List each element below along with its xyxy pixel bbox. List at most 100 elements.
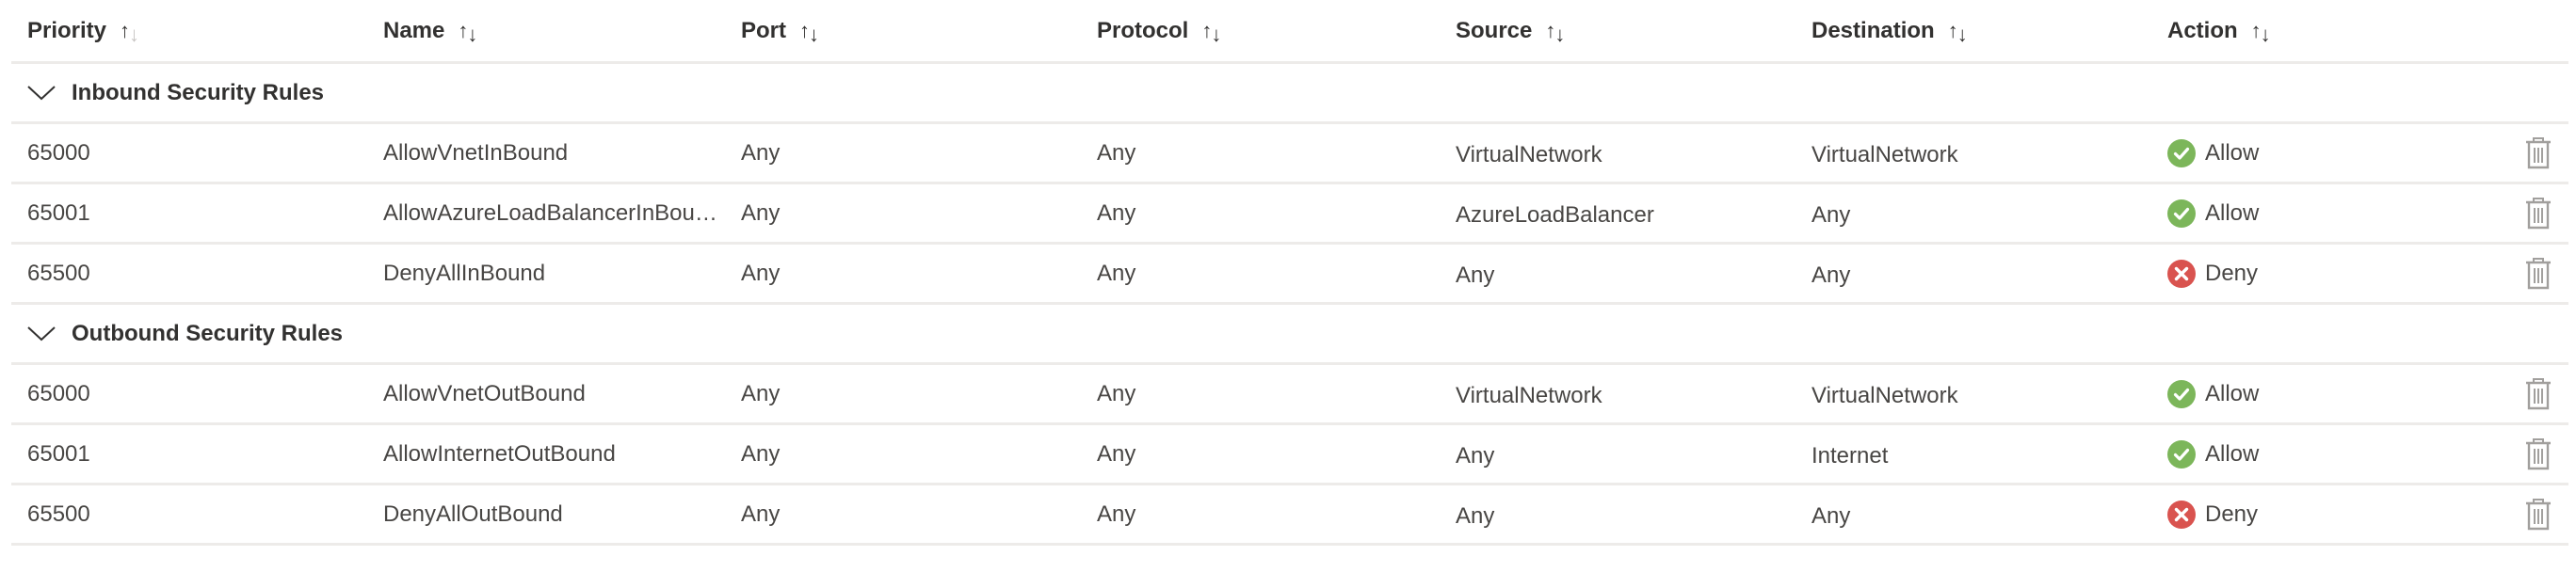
table-row[interactable]: 65500 DenyAllInBound Any Any Any Any Den… bbox=[0, 244, 2576, 304]
rule-name-link[interactable]: DenyAllOutBound bbox=[383, 485, 563, 545]
name-cell[interactable]: AllowVnetInBound bbox=[383, 123, 717, 183]
delete-button[interactable] bbox=[2520, 424, 2557, 485]
sort-icon[interactable]: ↑ ↓ bbox=[120, 21, 139, 45]
priority-cell: 65001 bbox=[27, 441, 90, 467]
source-cell: Any bbox=[1456, 262, 1495, 288]
table-row[interactable]: 65000 AllowVnetOutBound Any Any VirtualN… bbox=[0, 364, 2576, 424]
error-circle-icon bbox=[2167, 500, 2196, 529]
delete-button[interactable] bbox=[2520, 123, 2557, 183]
delete-button[interactable] bbox=[2520, 183, 2557, 244]
destination-cell: Internet bbox=[1811, 443, 1889, 469]
group-header-inbound[interactable]: Inbound Security Rules bbox=[0, 63, 2576, 123]
rule-name-link[interactable]: AllowInternetOutBound bbox=[383, 424, 616, 485]
port-cell: Any bbox=[741, 501, 781, 527]
source-cell: VirtualNetwork bbox=[1456, 142, 1602, 167]
port-cell: Any bbox=[741, 381, 781, 406]
column-header-destination[interactable]: Destination ↑ ↓ bbox=[1811, 0, 2160, 62]
port-cell: Any bbox=[741, 140, 781, 166]
check-circle-icon bbox=[2167, 380, 2196, 408]
priority-cell: 65000 bbox=[27, 381, 90, 406]
rule-name-link[interactable]: DenyAllInBound bbox=[383, 244, 545, 304]
destination-cell: VirtualNetwork bbox=[1811, 383, 1958, 408]
error-circle-icon bbox=[2167, 260, 2196, 288]
column-header-label: Action bbox=[2167, 18, 2238, 43]
action-cell: Allow bbox=[2167, 183, 2478, 244]
name-cell[interactable]: DenyAllOutBound bbox=[383, 485, 717, 545]
check-circle-icon bbox=[2167, 139, 2196, 167]
port-cell: Any bbox=[741, 200, 781, 226]
delete-button[interactable] bbox=[2520, 485, 2557, 545]
destination-cell: Any bbox=[1811, 202, 1851, 228]
destination-cell: Any bbox=[1811, 262, 1851, 288]
sort-icon[interactable]: ↑ ↓ bbox=[458, 21, 477, 45]
action-label: Allow bbox=[2205, 381, 2260, 406]
action-label: Allow bbox=[2205, 140, 2260, 166]
protocol-cell: Any bbox=[1097, 501, 1136, 527]
source-cell: Any bbox=[1456, 503, 1495, 529]
column-header-priority[interactable]: Priority ↑ ↓ bbox=[27, 0, 376, 62]
table-row[interactable]: 65001 AllowAzureLoadBalancerInBound Any … bbox=[0, 183, 2576, 244]
sort-icon[interactable]: ↑ ↓ bbox=[1948, 21, 1968, 45]
sort-icon[interactable]: ↑ ↓ bbox=[2251, 21, 2271, 45]
protocol-cell: Any bbox=[1097, 200, 1136, 226]
action-label: Allow bbox=[2205, 441, 2260, 467]
trash-icon bbox=[2526, 258, 2551, 290]
check-circle-icon bbox=[2167, 199, 2196, 228]
trash-icon bbox=[2526, 198, 2551, 230]
sort-icon[interactable]: ↑ ↓ bbox=[1545, 21, 1565, 45]
column-header-label: Destination bbox=[1811, 18, 1935, 43]
table-row[interactable]: 65000 AllowVnetInBound Any Any VirtualNe… bbox=[0, 123, 2576, 183]
name-cell[interactable]: AllowInternetOutBound bbox=[383, 424, 717, 485]
priority-cell: 65500 bbox=[27, 261, 90, 286]
source-cell: Any bbox=[1456, 443, 1495, 469]
rule-name-link[interactable]: AllowVnetOutBound bbox=[383, 364, 586, 424]
protocol-cell: Any bbox=[1097, 261, 1136, 286]
chevron-down-icon[interactable] bbox=[27, 86, 56, 101]
rule-name-link[interactable]: AllowVnetInBound bbox=[383, 123, 568, 183]
column-header-label: Protocol bbox=[1097, 18, 1189, 43]
trash-icon bbox=[2526, 499, 2551, 531]
action-cell: Deny bbox=[2167, 485, 2478, 545]
action-label: Deny bbox=[2205, 261, 2259, 286]
action-cell: Allow bbox=[2167, 424, 2478, 485]
action-cell: Allow bbox=[2167, 123, 2478, 183]
rule-name-link[interactable]: AllowAzureLoadBalancerInBound bbox=[383, 183, 717, 244]
delete-button[interactable] bbox=[2520, 244, 2557, 304]
column-header-row: Priority ↑ ↓ Name ↑ ↓ Port ↑ ↓ Protocol ↑ ↓ … bbox=[0, 0, 2576, 62]
group-title: Inbound Security Rules bbox=[72, 80, 325, 105]
trash-icon bbox=[2526, 137, 2551, 169]
group-title: Outbound Security Rules bbox=[72, 321, 344, 346]
column-header-protocol[interactable]: Protocol ↑ ↓ bbox=[1097, 0, 1445, 62]
priority-cell: 65000 bbox=[27, 140, 90, 166]
column-header-name[interactable]: Name ↑ ↓ bbox=[383, 0, 717, 62]
port-cell: Any bbox=[741, 261, 781, 286]
column-header-label: Source bbox=[1456, 18, 1533, 43]
name-cell[interactable]: AllowAzureLoadBalancerInBound bbox=[383, 183, 717, 244]
group-header-cell: Inbound Security Rules bbox=[27, 63, 781, 123]
action-label: Deny bbox=[2205, 501, 2259, 527]
name-cell[interactable]: AllowVnetOutBound bbox=[383, 364, 717, 424]
group-header-outbound[interactable]: Outbound Security Rules bbox=[0, 304, 2576, 364]
action-cell: Deny bbox=[2167, 244, 2478, 304]
priority-cell: 65500 bbox=[27, 501, 90, 527]
trash-icon bbox=[2526, 378, 2551, 410]
column-header-label: Port bbox=[741, 18, 786, 43]
divider bbox=[11, 543, 2568, 546]
column-header-source[interactable]: Source ↑ ↓ bbox=[1456, 0, 1804, 62]
security-rules-grid: Priority ↑ ↓ Name ↑ ↓ Port ↑ ↓ Protocol ↑ ↓ … bbox=[0, 0, 2576, 546]
column-header-port[interactable]: Port ↑ ↓ bbox=[741, 0, 1089, 62]
source-cell: AzureLoadBalancer bbox=[1456, 202, 1654, 228]
name-cell[interactable]: DenyAllInBound bbox=[383, 244, 717, 304]
delete-button[interactable] bbox=[2520, 364, 2557, 424]
sort-icon[interactable]: ↑ ↓ bbox=[1201, 21, 1221, 45]
column-header-label: Priority bbox=[27, 18, 107, 43]
action-cell: Allow bbox=[2167, 364, 2478, 424]
column-header-label: Name bbox=[383, 18, 445, 43]
trash-icon bbox=[2526, 438, 2551, 470]
table-row[interactable]: 65500 DenyAllOutBound Any Any Any Any De… bbox=[0, 485, 2576, 545]
chevron-down-icon[interactable] bbox=[27, 326, 56, 342]
group-header-cell: Outbound Security Rules bbox=[27, 304, 781, 364]
column-header-action[interactable]: Action ↑ ↓ bbox=[2167, 0, 2478, 62]
table-row[interactable]: 65001 AllowInternetOutBound Any Any Any … bbox=[0, 424, 2576, 485]
sort-icon[interactable]: ↑ ↓ bbox=[799, 21, 819, 45]
